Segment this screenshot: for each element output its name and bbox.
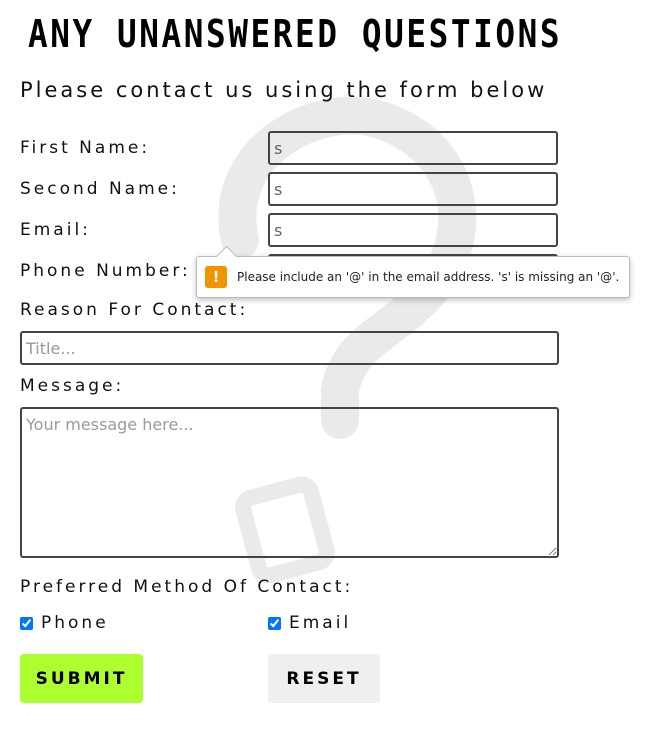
email-option-label: Email	[289, 613, 352, 633]
validation-message: Please include an '@' in the email addre…	[237, 270, 620, 284]
second-name-label: Second Name:	[20, 179, 180, 199]
first-name-label: First Name:	[20, 138, 151, 158]
email-checkbox[interactable]	[268, 616, 281, 630]
reason-label: Reason For Contact:	[20, 300, 249, 320]
first-name-field[interactable]	[268, 131, 558, 165]
phone-number-label: Phone Number:	[20, 261, 191, 281]
page-title: ANY UNANSWERED QUESTIONS	[28, 12, 563, 56]
email-field[interactable]	[268, 213, 558, 247]
contact-page: ANY UNANSWERED QUESTIONS Please contact …	[0, 0, 656, 734]
warning-icon: !	[205, 266, 227, 288]
phone-checkbox[interactable]	[20, 616, 33, 630]
email-label: Email:	[20, 220, 91, 240]
reason-field[interactable]	[20, 331, 559, 365]
message-field[interactable]	[20, 407, 559, 558]
reset-button[interactable]: RESET	[268, 654, 380, 703]
email-option[interactable]: Email	[268, 613, 351, 633]
phone-option[interactable]: Phone	[20, 613, 109, 633]
phone-option-label: Phone	[41, 613, 109, 633]
message-label: Message:	[20, 376, 125, 396]
email-validation-tooltip: ! Please include an '@' in the email add…	[196, 256, 630, 298]
preferred-contact-label: Preferred Method Of Contact:	[20, 577, 354, 597]
second-name-field[interactable]	[268, 172, 558, 206]
submit-button[interactable]: SUBMIT	[20, 654, 143, 703]
page-subtitle: Please contact us using the form below	[20, 78, 548, 102]
